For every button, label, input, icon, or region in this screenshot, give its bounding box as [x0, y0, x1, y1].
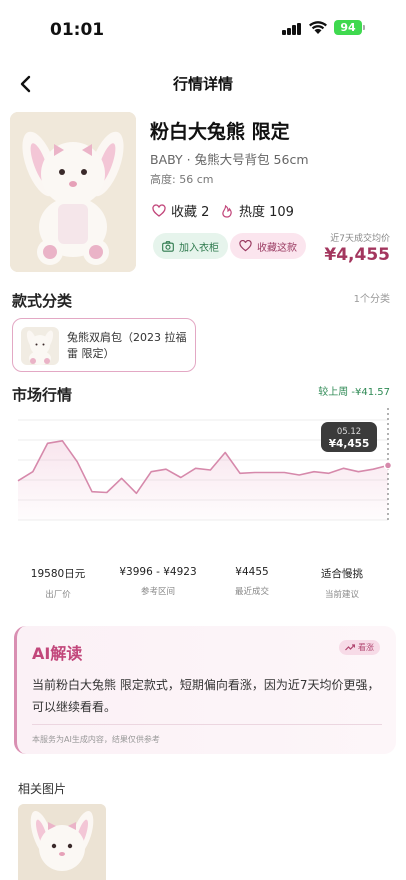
category-thumbnail	[21, 327, 59, 365]
product-height: 高度: 56 cm	[150, 173, 214, 186]
chart-point[interactable]	[327, 472, 330, 475]
chart-point[interactable]	[253, 471, 256, 474]
ref-label: 参考区间	[140, 587, 175, 597]
chart-point[interactable]	[76, 460, 79, 463]
camera-icon	[162, 240, 174, 252]
page-title: 行情详情	[172, 75, 233, 93]
status-time: 01:01	[50, 20, 105, 40]
heart-icon	[152, 203, 166, 217]
chart-point[interactable]	[312, 470, 315, 473]
ai-title: AI解读	[32, 644, 83, 663]
chart-point[interactable]	[209, 468, 212, 471]
avg-price-label: 近7天成交均价	[330, 234, 390, 244]
ref-label: 最近成交	[234, 587, 269, 597]
favorites-stat[interactable]: 收藏 2	[152, 201, 209, 220]
chart-point[interactable]	[61, 439, 64, 442]
collect-label: 收藏这款	[257, 242, 297, 254]
ref-latest-deal: ¥4455 最近成交	[210, 566, 294, 597]
product-name: 粉白大兔熊 限定	[150, 121, 290, 143]
chart-tooltip: 05.12 ¥4,455	[321, 422, 377, 452]
chart-point[interactable]	[268, 471, 271, 474]
chart-point[interactable]	[372, 468, 375, 471]
category-item-label: 兔熊双肩包（2023 拉福雷 限定）	[67, 331, 187, 360]
chart-point[interactable]	[357, 470, 360, 473]
ref-value: ¥3996 - ¥4923	[119, 566, 197, 578]
chart-point[interactable]	[179, 476, 182, 479]
chart-point[interactable]	[283, 471, 286, 474]
collect-button[interactable]: 收藏这款	[230, 233, 306, 259]
nav-bar: 行情详情	[0, 62, 406, 106]
chart-point[interactable]	[46, 442, 49, 445]
product-subtitle: BABY · 兔熊大号背包 56cm	[150, 152, 309, 167]
flame-icon	[222, 204, 232, 218]
chart-point[interactable]	[150, 470, 153, 473]
chart-point[interactable]	[135, 492, 138, 495]
chart-point[interactable]	[105, 491, 108, 494]
chart-point[interactable]	[238, 472, 241, 475]
chart-point[interactable]	[298, 473, 301, 476]
wifi-icon	[309, 21, 327, 34]
chart-point[interactable]	[194, 467, 197, 470]
category-count: 1个分类	[353, 294, 390, 305]
category-section-title: 款式分类	[12, 292, 73, 310]
reference-row: 19580日元 出厂价 ¥3996 - ¥4923 参考区间 ¥4455 最近成…	[10, 556, 394, 606]
chart-point[interactable]	[386, 464, 389, 467]
battery-tip	[363, 25, 365, 30]
ref-suggestion: 适合慢挑 当前建议	[294, 566, 390, 600]
market-section-title: 市场行情	[12, 386, 73, 404]
chart-point[interactable]	[90, 490, 93, 493]
product-image[interactable]	[10, 112, 136, 272]
tooltip-price: ¥4,455	[329, 438, 370, 450]
ai-analysis-card: AI解读 看涨 当前粉白大兔熊 限定款式，短期偏向看涨，因为近7天均价更强，可以…	[14, 626, 396, 754]
heat-count: 热度 109	[239, 205, 294, 220]
battery-icon: 94	[334, 20, 362, 35]
chart-point[interactable]	[16, 479, 19, 482]
ref-value: ¥4455	[235, 566, 269, 578]
add-wardrobe-button[interactable]: 加入衣柜	[153, 233, 228, 259]
favorites-count: 收藏 2	[171, 205, 210, 220]
category-card[interactable]: 兔熊双肩包（2023 拉福雷 限定）	[12, 318, 196, 372]
heart-outline-icon	[239, 240, 252, 252]
ref-label: 出厂价	[45, 590, 71, 600]
trend-up-icon	[345, 644, 355, 651]
trend-badge: 看涨	[339, 640, 380, 655]
ai-disclaimer: 本服务为AI生成内容，结果仅供参考	[32, 735, 160, 744]
chart-point[interactable]	[31, 470, 34, 473]
week-compare: 较上周 -¥41.57	[318, 387, 390, 398]
chart-point[interactable]	[120, 477, 123, 480]
ref-factory-price: 19580日元 出厂价	[10, 566, 106, 600]
chart-area	[18, 440, 388, 520]
signal-icon	[282, 23, 302, 35]
chart-point[interactable]	[224, 451, 227, 454]
ref-range: ¥3996 - ¥4923 参考区间	[106, 566, 210, 597]
price-chart[interactable]: 05.12 ¥4,455	[0, 408, 406, 532]
add-wardrobe-label: 加入衣柜	[179, 242, 219, 254]
status-bar: 01:01 94	[0, 0, 406, 56]
ref-value: 适合慢挑	[321, 568, 363, 580]
ai-text: 当前粉白大兔熊 限定款式，短期偏向看涨，因为近7天均价更强，可以继续看看。	[32, 678, 380, 714]
avg-price: ¥4,455	[324, 245, 390, 265]
ref-value: 19580日元	[30, 568, 86, 580]
related-image[interactable]	[18, 804, 106, 880]
heat-stat: 热度 109	[220, 201, 294, 220]
ref-label: 当前建议	[324, 590, 359, 600]
chart-point[interactable]	[342, 467, 345, 470]
tooltip-date: 05.12	[337, 427, 361, 437]
chart-point[interactable]	[164, 468, 167, 471]
related-images-title: 相关图片	[18, 782, 67, 796]
divider	[32, 724, 382, 725]
trend-badge-label: 看涨	[358, 643, 374, 652]
